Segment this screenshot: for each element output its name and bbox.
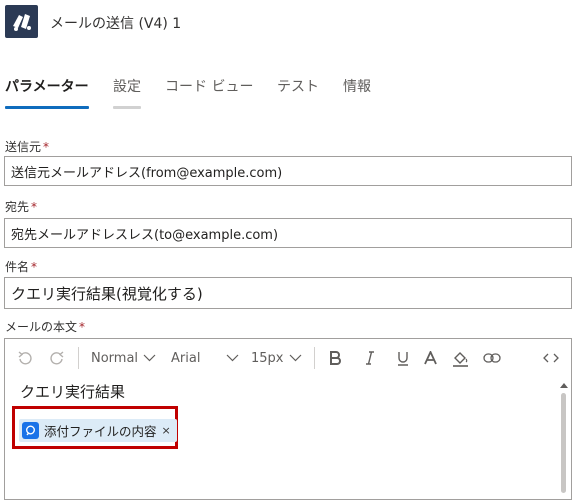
tab-test[interactable]: テスト (277, 76, 319, 112)
panel-header: メールの送信 (V4) 1 (0, 0, 575, 46)
tab-label: コード ビュー (165, 79, 254, 95)
size-dropdown[interactable]: 15px (251, 339, 302, 377)
tab-code-view[interactable]: コード ビュー (165, 76, 253, 112)
tab-label: パラメーター (5, 79, 89, 95)
dynamic-content-token[interactable]: 添付ファイルの内容 × (19, 419, 177, 442)
token-label: 添付ファイルの内容 (44, 424, 157, 439)
font-dropdown[interactable]: Arial (171, 339, 239, 377)
subject-label-text: 件名 (5, 260, 30, 274)
scroll-up-arrow-icon[interactable] (560, 383, 568, 388)
format-value: Normal (91, 350, 139, 366)
tab-parameters[interactable]: パラメーター (5, 76, 89, 112)
editor-scrollbar[interactable] (556, 379, 571, 499)
body-content-text: クエリ実行結果 (20, 383, 126, 401)
to-field[interactable]: 宛先メールアドレスレス(to@example.com) (4, 218, 572, 248)
required-mark: * (31, 200, 38, 214)
tab-hover-indicator (113, 106, 141, 109)
dynamic-content-icon (22, 422, 39, 439)
chevron-down-icon (143, 354, 156, 362)
from-label-text: 送信元 (5, 140, 42, 154)
link-icon[interactable] (483, 339, 501, 377)
required-mark: * (43, 140, 50, 154)
font-color-icon[interactable] (424, 339, 437, 377)
token-remove-button[interactable]: × (162, 424, 171, 437)
mail-connector-icon (5, 5, 38, 38)
from-value: 送信元メールアドレス(from@example.com) (11, 165, 283, 181)
toolbar-divider (314, 347, 315, 369)
format-dropdown[interactable]: Normal (91, 339, 156, 377)
redo-icon[interactable] (49, 339, 65, 377)
font-value: Arial (171, 350, 201, 366)
tab-label: 情報 (343, 79, 371, 95)
paint-bucket-icon[interactable] (452, 339, 469, 377)
tab-settings[interactable]: 設定 (113, 76, 141, 112)
toolbar-divider (78, 347, 79, 369)
subject-value: クエリ実行結果(視覚化する) (11, 284, 203, 303)
italic-icon[interactable] (365, 339, 375, 377)
chevron-down-icon (289, 354, 301, 362)
to-label: 宛先 * (5, 198, 37, 215)
required-mark: * (31, 260, 38, 274)
editor-toolbar: Normal Arial 15px (5, 339, 571, 377)
tab-label: 設定 (113, 79, 141, 95)
scroll-thumb[interactable] (561, 393, 566, 493)
tab-info[interactable]: 情報 (343, 76, 371, 112)
body-label: メールの本文 * (5, 318, 85, 335)
size-value: 15px (251, 350, 284, 366)
tab-active-indicator (5, 106, 89, 109)
subject-label: 件名 * (5, 258, 37, 275)
code-view-icon[interactable] (543, 339, 559, 377)
underline-icon[interactable] (397, 339, 409, 377)
required-mark: * (79, 320, 86, 334)
action-title: メールの送信 (V4) 1 (50, 16, 182, 32)
from-label: 送信元 * (5, 138, 49, 155)
body-label-text: メールの本文 (5, 320, 78, 334)
chevron-down-icon (227, 354, 239, 362)
tab-bar: パラメーター 設定 コード ビュー テスト 情報 (0, 76, 575, 112)
from-field[interactable]: 送信元メールアドレス(from@example.com) (4, 156, 572, 186)
to-label-text: 宛先 (5, 200, 30, 214)
tab-label: テスト (277, 79, 319, 95)
bold-icon[interactable] (329, 339, 341, 377)
subject-field[interactable]: クエリ実行結果(視覚化する) (4, 277, 572, 309)
undo-icon[interactable] (17, 339, 33, 377)
to-value: 宛先メールアドレスレス(to@example.com) (11, 227, 279, 243)
